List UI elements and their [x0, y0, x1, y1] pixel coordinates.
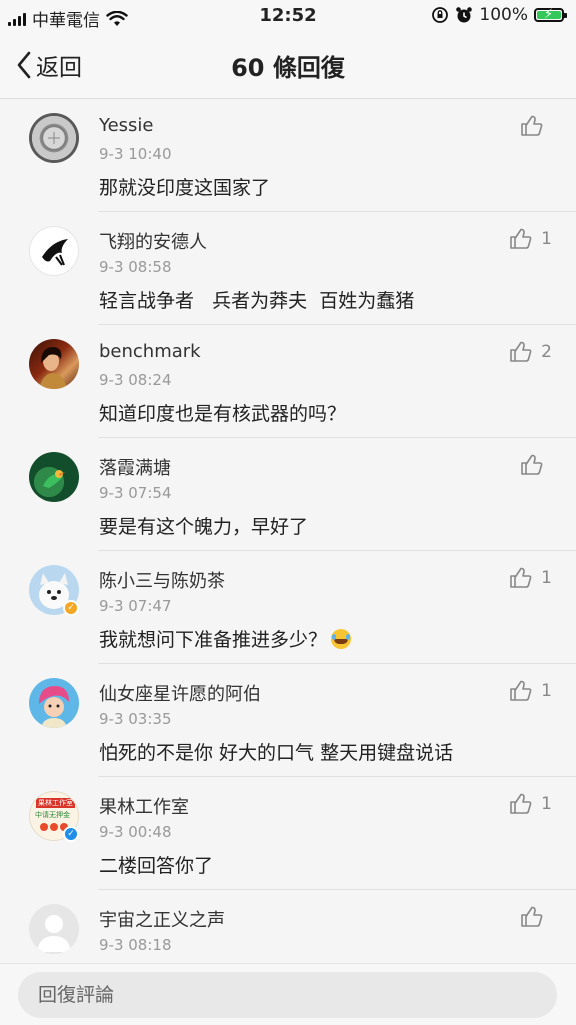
like-button[interactable]: 1	[509, 228, 552, 250]
avatar[interactable]	[29, 904, 79, 954]
comment-username[interactable]: 果林工作室	[99, 793, 189, 819]
comment-username[interactable]: benchmark	[99, 341, 201, 362]
avatar[interactable]	[29, 678, 79, 728]
alarm-icon	[456, 7, 473, 23]
avatar[interactable]	[29, 113, 79, 163]
like-count: 1	[541, 229, 552, 249]
like-button[interactable]: 1	[509, 567, 552, 589]
thumbs-up-icon	[510, 341, 532, 362]
like-button[interactable]: 1	[509, 680, 552, 702]
orientation-lock-icon	[432, 7, 449, 23]
comment-time: 9-3 07:54	[99, 484, 172, 502]
thumbs-up-icon	[510, 793, 532, 814]
comment-time: 9-3 00:48	[99, 823, 172, 841]
thumbs-up-icon	[510, 680, 532, 701]
comment-time: 9-3 07:47	[99, 597, 172, 615]
comment-item: benchmark 9-3 08:24 知道印度也是有核武器的吗？ 2	[0, 325, 576, 438]
comment-username[interactable]: 陈小三与陈奶茶	[99, 567, 225, 593]
comment-item: 飞翔的安德人 9-3 08:58 轻言战争者 兵者为莽夫 百姓为蠢猪 1	[0, 212, 576, 325]
comment-text: 轻言战争者 兵者为莽夫 百姓为蠢猪	[99, 290, 415, 312]
comment-username[interactable]: 宇宙之正义之声	[99, 906, 225, 932]
verified-badge-icon: ✓	[63, 600, 79, 616]
comment-item: Yessie 9-3 10:40 那就没印度这国家了	[0, 99, 576, 212]
comment-text: 知道印度也是有核武器的吗？	[99, 403, 347, 425]
like-button[interactable]	[520, 115, 552, 137]
comment-time: 9-3 03:35	[99, 710, 172, 728]
comment-item: 仙女座星许愿的阿伯 9-3 03:35 怕死的不是你 好大的口气 整天用键盘说话…	[0, 664, 576, 777]
comment-text: 怕死的不是你 好大的口气 整天用键盘说话	[99, 742, 454, 764]
avatar[interactable]	[29, 339, 79, 389]
like-button[interactable]	[520, 906, 552, 928]
battery-percent: 100%	[479, 5, 528, 25]
comment-username[interactable]: 飞翔的安德人	[99, 228, 207, 254]
comment-text: 那就没印度这国家了	[99, 177, 271, 199]
comment-time: 9-3 08:18	[99, 936, 172, 954]
reply-input[interactable]	[18, 972, 557, 1018]
thumbs-up-icon	[521, 115, 543, 136]
comment-item: 落霞满塘 9-3 07:54 要是有这个魄力，早好了	[0, 438, 576, 551]
thumbs-up-icon	[510, 567, 532, 588]
comment-time: 9-3 08:58	[99, 258, 172, 276]
status-right: 100% ⚡	[431, 5, 567, 25]
comment-username[interactable]: 落霞满塘	[99, 454, 171, 480]
comment-username[interactable]: Yessie	[99, 115, 154, 136]
like-button[interactable]	[520, 454, 552, 476]
avatar[interactable]	[29, 226, 79, 276]
page-title: 60 條回復	[231, 54, 345, 82]
comment-time: 9-3 08:24	[99, 371, 172, 389]
comment-username[interactable]: 仙女座星许愿的阿伯	[99, 680, 261, 706]
comment-text-value: 我就想问下准备推进多少？	[99, 629, 328, 651]
like-count: 1	[541, 681, 552, 701]
like-button[interactable]: 2	[509, 341, 552, 363]
like-count: 1	[541, 568, 552, 588]
comment-item: 果林工作室 中请无押金 ✓ 果林工作室 9-3 00:48 二楼回答你了 1	[0, 777, 576, 890]
laughing-emoji-icon	[331, 629, 352, 649]
comment-time: 9-3 10:40	[99, 145, 172, 163]
thumbs-up-icon	[521, 906, 543, 927]
comment-text: 我就想问下准备推进多少？	[99, 625, 352, 652]
thumbs-up-icon	[521, 454, 543, 475]
comment-text: 二楼回答你了	[99, 855, 214, 877]
verified-badge-icon: ✓	[63, 826, 79, 842]
reply-bar	[0, 963, 576, 1025]
battery-icon: ⚡	[534, 7, 567, 22]
thumbs-up-icon	[510, 228, 532, 249]
comment-text: 要是有这个魄力，早好了	[99, 516, 309, 538]
like-button[interactable]: 1	[509, 793, 552, 815]
comment-item: 宇宙之正义之声 9-3 08:18	[0, 890, 576, 963]
status-bar: 中華電信 12:52 100% ⚡	[0, 0, 576, 32]
comment-item: ✓ 陈小三与陈奶茶 9-3 07:47 我就想问下准备推进多少？ 1	[0, 551, 576, 664]
back-button[interactable]: 返回	[16, 48, 82, 82]
nav-bar: 返回 60 條回復	[0, 32, 576, 99]
avatar[interactable]	[29, 452, 79, 502]
back-label: 返回	[36, 55, 82, 81]
chevron-left-icon	[17, 51, 31, 79]
like-count: 2	[541, 342, 552, 362]
comment-list[interactable]: Yessie 9-3 10:40 那就没印度这国家了 飞翔的安德人 9-3 08…	[0, 99, 576, 963]
like-count: 1	[541, 794, 552, 814]
